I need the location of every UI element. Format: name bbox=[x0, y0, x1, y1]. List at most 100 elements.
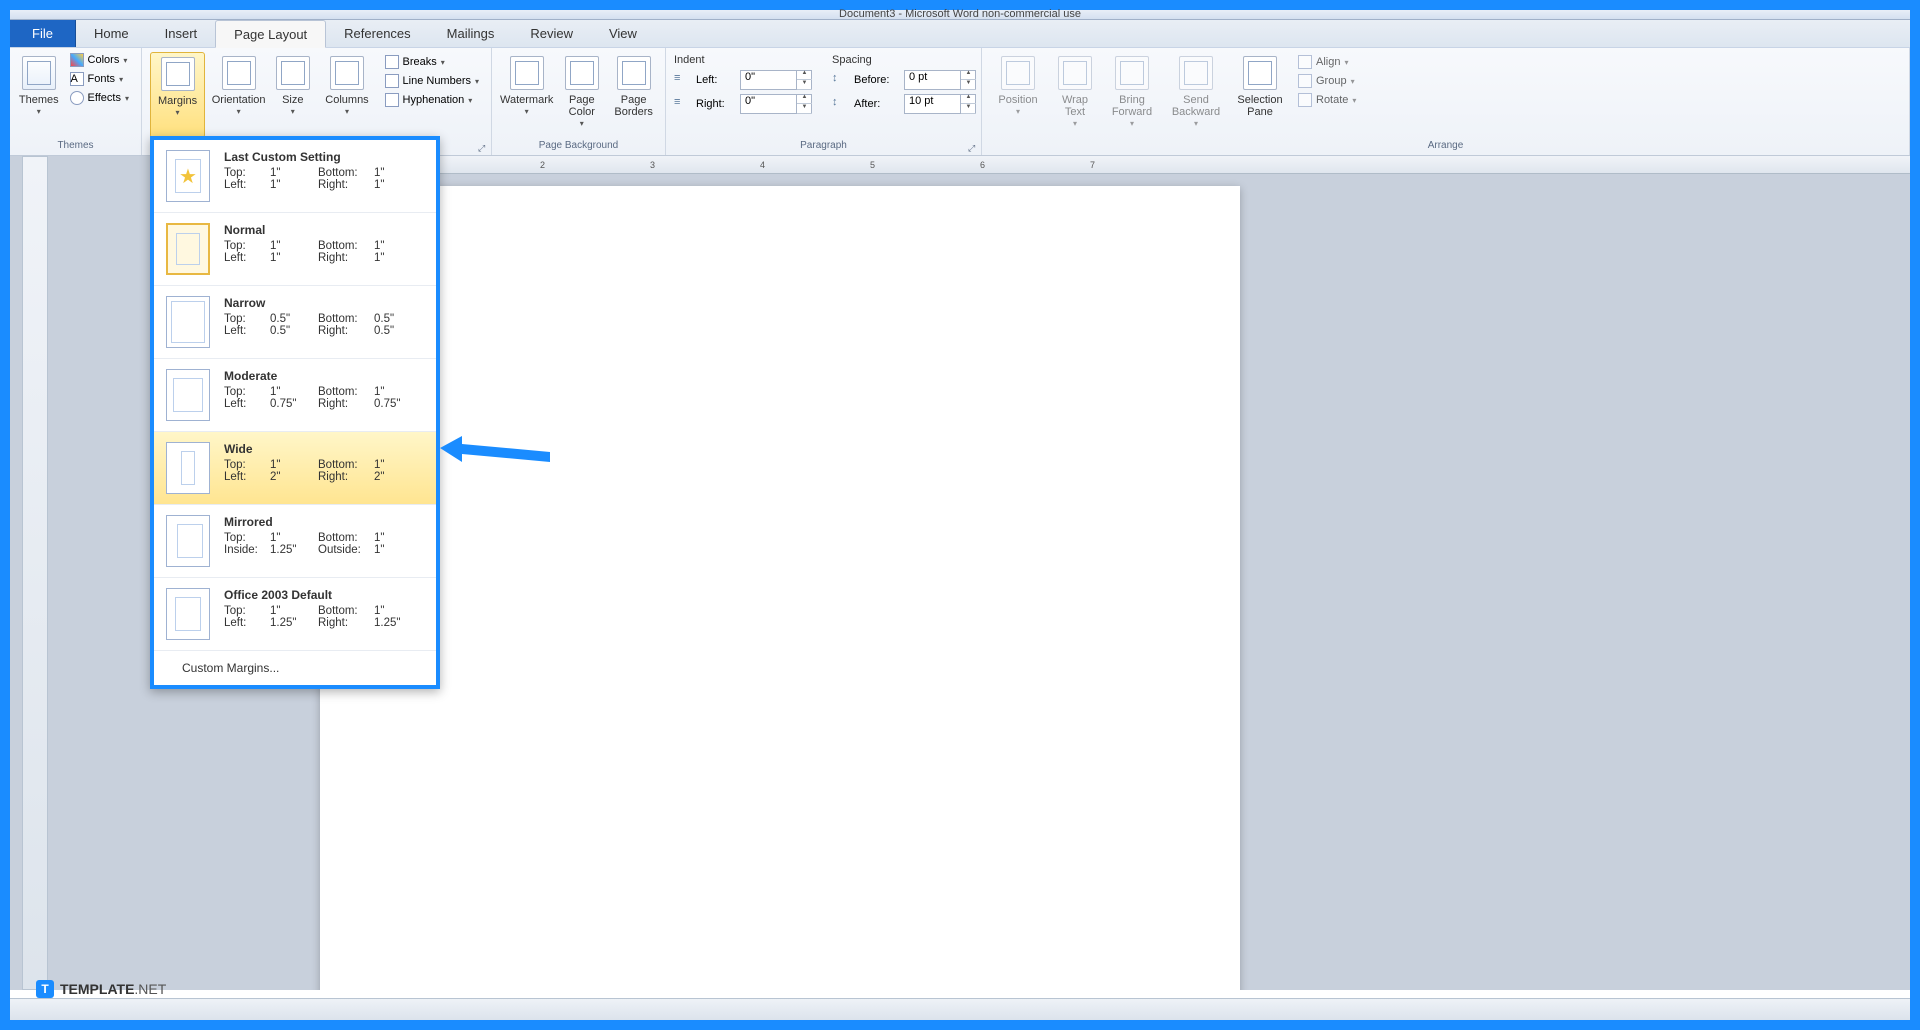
tab-page-layout[interactable]: Page Layout bbox=[215, 20, 326, 48]
indent-heading: Indent bbox=[674, 54, 812, 66]
margin-thumb-icon bbox=[166, 588, 210, 640]
align-button[interactable]: Align▾ bbox=[1294, 54, 1360, 70]
indent-left-icon bbox=[674, 72, 690, 88]
paragraph-label: Paragraph bbox=[674, 139, 973, 153]
indent-left-label: Left: bbox=[696, 74, 734, 86]
line-numbers-button[interactable]: Line Numbers▾ bbox=[381, 73, 484, 89]
orientation-icon bbox=[222, 56, 256, 90]
page-borders-icon bbox=[617, 56, 651, 90]
orientation-button[interactable]: Orientation▾ bbox=[211, 52, 266, 138]
document-page[interactable] bbox=[320, 186, 1240, 990]
rotate-icon bbox=[1298, 93, 1312, 107]
palette-icon bbox=[70, 53, 84, 67]
hyphenation-button[interactable]: Hyphenation▾ bbox=[381, 92, 484, 108]
rotate-button[interactable]: Rotate▾ bbox=[1294, 92, 1360, 108]
margin-thumb-icon bbox=[166, 515, 210, 567]
page-borders-button[interactable]: Page Borders bbox=[610, 52, 657, 138]
colors-button[interactable]: Colors▾ bbox=[66, 52, 133, 68]
margin-thumb-icon bbox=[166, 442, 210, 494]
selection-pane-icon bbox=[1243, 56, 1277, 90]
selection-pane-button[interactable]: Selection Pane bbox=[1232, 52, 1288, 138]
columns-button[interactable]: Columns▾ bbox=[319, 52, 374, 138]
window-title: Document3 - Microsoft Word non-commercia… bbox=[839, 8, 1081, 20]
spinner[interactable]: ▲▼ bbox=[796, 94, 812, 114]
spinner[interactable]: ▲▼ bbox=[960, 94, 976, 114]
watermark-icon bbox=[510, 56, 544, 90]
template-net-watermark: T TEMPLATE.NET bbox=[36, 980, 166, 998]
margin-title: Wide bbox=[224, 442, 424, 456]
margin-option-moderate[interactable]: Moderate Top:1"Bottom:1" Left:0.75"Right… bbox=[154, 359, 436, 432]
themes-label: Themes bbox=[19, 94, 59, 106]
send-backward-icon bbox=[1179, 56, 1213, 90]
tab-home[interactable]: Home bbox=[76, 20, 147, 47]
margin-option-narrow[interactable]: Narrow Top:0.5"Bottom:0.5" Left:0.5"Righ… bbox=[154, 286, 436, 359]
spacing-before-icon bbox=[832, 72, 848, 88]
tab-references[interactable]: References bbox=[326, 20, 428, 47]
margin-title: Normal bbox=[224, 223, 424, 237]
watermark-button[interactable]: Watermark▾ bbox=[500, 52, 553, 138]
margin-option-normal[interactable]: Normal Top:1"Bottom:1" Left:1"Right:1" bbox=[154, 213, 436, 286]
size-icon bbox=[276, 56, 310, 90]
spacing-after-label: After: bbox=[854, 98, 898, 110]
position-icon bbox=[1001, 56, 1035, 90]
group-button[interactable]: Group▾ bbox=[1294, 73, 1360, 89]
margin-thumb-icon: ★ bbox=[166, 150, 210, 202]
paragraph-launcher[interactable]: ⤢ bbox=[968, 143, 978, 153]
fonts-button[interactable]: AFonts▾ bbox=[66, 71, 133, 87]
page-color-button[interactable]: Page Color▾ bbox=[559, 52, 604, 138]
indent-right-input[interactable]: 0"▲▼ bbox=[740, 94, 812, 114]
ruler-tick: 6 bbox=[980, 160, 985, 170]
wrap-text-button[interactable]: Wrap Text▾ bbox=[1052, 52, 1098, 138]
margin-option-office2003[interactable]: Office 2003 Default Top:1"Bottom:1" Left… bbox=[154, 578, 436, 651]
tab-mailings[interactable]: Mailings bbox=[429, 20, 513, 47]
margin-option-last-custom[interactable]: ★ Last Custom Setting Top:1"Bottom:1" Le… bbox=[154, 140, 436, 213]
template-icon: T bbox=[36, 980, 54, 998]
wrap-icon bbox=[1058, 56, 1092, 90]
margin-title: Office 2003 Default bbox=[224, 588, 424, 602]
margin-thumb-icon bbox=[166, 296, 210, 348]
bring-forward-button[interactable]: Bring Forward▾ bbox=[1104, 52, 1160, 138]
position-button[interactable]: Position▾ bbox=[990, 52, 1046, 138]
margin-title: Last Custom Setting bbox=[224, 150, 424, 164]
breaks-button[interactable]: Breaks▾ bbox=[381, 54, 484, 70]
spacing-after-input[interactable]: 10 pt▲▼ bbox=[904, 94, 976, 114]
margin-option-mirrored[interactable]: Mirrored Top:1"Bottom:1" Inside:1.25"Out… bbox=[154, 505, 436, 578]
spinner[interactable]: ▲▼ bbox=[796, 70, 812, 90]
page-setup-launcher[interactable]: ⤢ bbox=[478, 143, 488, 153]
tab-file[interactable]: File bbox=[10, 20, 76, 47]
size-button[interactable]: Size▾ bbox=[272, 52, 313, 138]
indent-right-label: Right: bbox=[696, 98, 734, 110]
custom-margins-button[interactable]: Custom Margins... bbox=[154, 651, 436, 685]
spacing-after-icon bbox=[832, 96, 848, 112]
horizontal-ruler: 1 2 3 4 5 6 7 bbox=[320, 156, 1910, 174]
group-icon bbox=[1298, 74, 1312, 88]
themes-button[interactable]: Themes ▾ bbox=[18, 52, 60, 138]
columns-icon bbox=[330, 56, 364, 90]
spacing-before-input[interactable]: 0 pt▲▼ bbox=[904, 70, 976, 90]
effects-icon bbox=[70, 91, 84, 105]
ruler-tick: 5 bbox=[870, 160, 875, 170]
tab-view[interactable]: View bbox=[591, 20, 655, 47]
indent-right-icon bbox=[674, 96, 690, 112]
margin-thumb-icon bbox=[166, 223, 210, 275]
indent-left-input[interactable]: 0"▲▼ bbox=[740, 70, 812, 90]
ruler-tick: 4 bbox=[760, 160, 765, 170]
line-numbers-icon bbox=[385, 74, 399, 88]
breaks-icon bbox=[385, 55, 399, 69]
send-backward-button[interactable]: Send Backward▾ bbox=[1166, 52, 1226, 138]
margins-button[interactable]: Margins▾ bbox=[150, 52, 205, 138]
themes-group-label: Themes bbox=[18, 139, 133, 153]
spinner[interactable]: ▲▼ bbox=[960, 70, 976, 90]
page-background-label: Page Background bbox=[500, 139, 657, 153]
themes-icon bbox=[22, 56, 56, 90]
bring-forward-icon bbox=[1115, 56, 1149, 90]
margin-option-wide[interactable]: Wide Top:1"Bottom:1" Left:2"Right:2" bbox=[154, 432, 436, 505]
tab-insert[interactable]: Insert bbox=[147, 20, 216, 47]
align-icon bbox=[1298, 55, 1312, 69]
tab-review[interactable]: Review bbox=[512, 20, 591, 47]
status-bar bbox=[10, 998, 1910, 1020]
vertical-ruler bbox=[22, 156, 48, 990]
ruler-tick: 2 bbox=[540, 160, 545, 170]
effects-button[interactable]: Effects▾ bbox=[66, 90, 133, 106]
margin-title: Narrow bbox=[224, 296, 424, 310]
